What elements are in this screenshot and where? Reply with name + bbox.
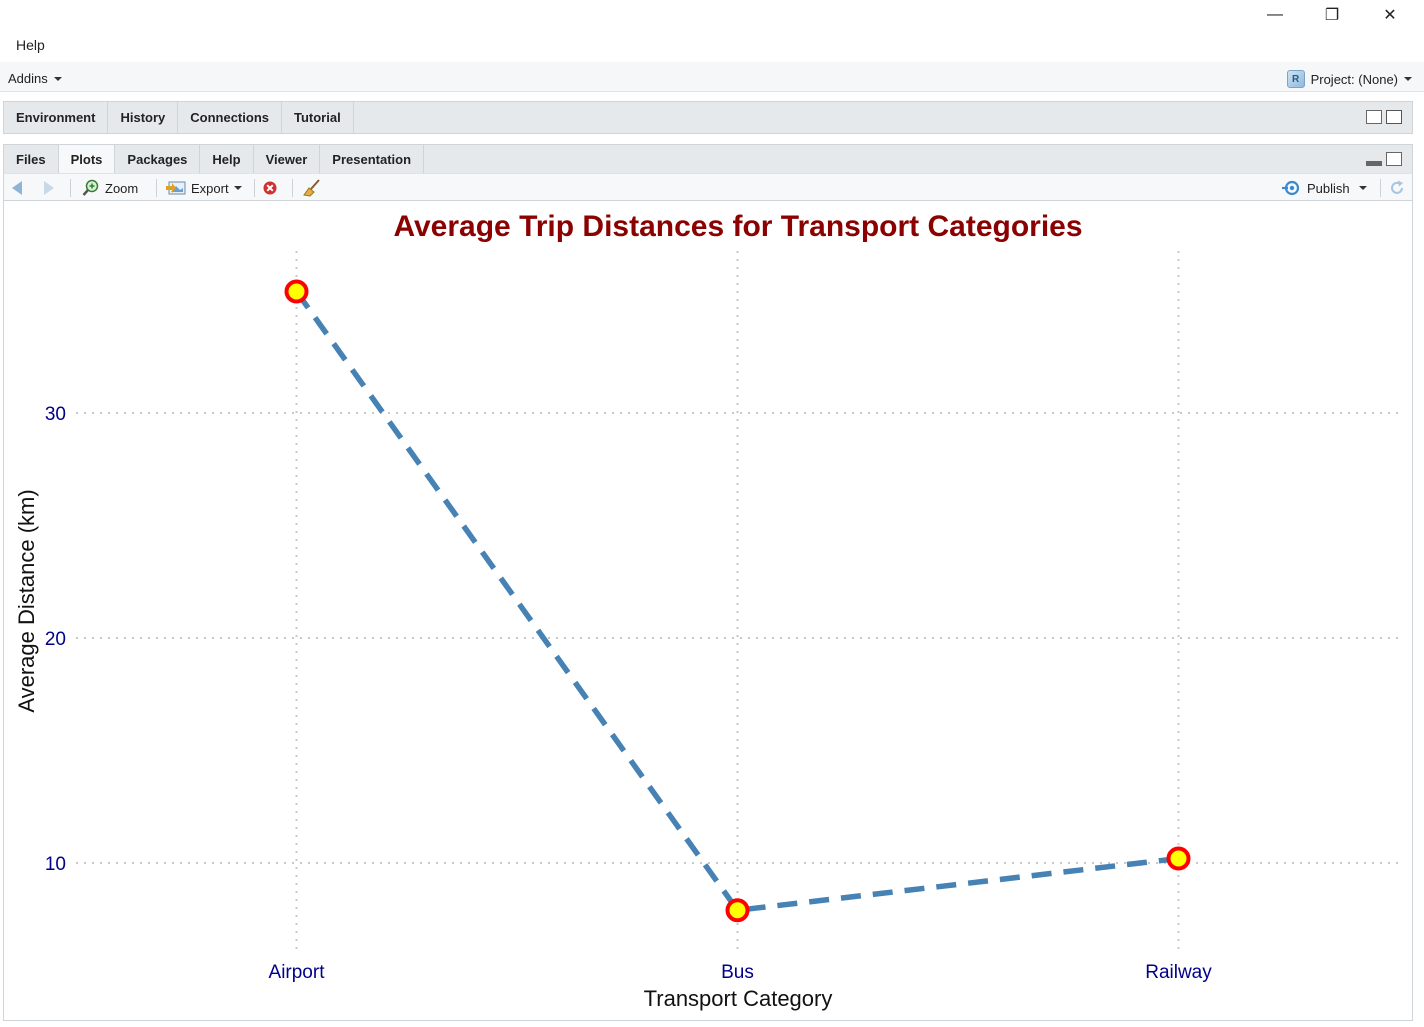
tab-connections[interactable]: Connections [178, 102, 282, 133]
files-pane-tabbar: Files Plots Packages Help Viewer Present… [3, 144, 1413, 173]
data-point-bus [725, 898, 750, 923]
y-tick-label: 10 [45, 854, 66, 875]
environment-pane-tabbar: Environment History Connections Tutorial [3, 101, 1413, 134]
data-point-railway [1166, 846, 1191, 871]
remove-plot-button[interactable] [262, 178, 278, 198]
y-axis-label: Average Distance (km) [14, 489, 39, 712]
menu-bar: Help [0, 32, 1424, 62]
tab-viewer[interactable]: Viewer [254, 145, 321, 173]
x-tick-label: Airport [269, 962, 326, 983]
x-tick-label: Railway [1145, 962, 1212, 983]
back-arrow-icon [12, 181, 22, 195]
close-button[interactable]: ✕ [1361, 0, 1419, 30]
tab-files[interactable]: Files [4, 145, 59, 173]
window-titlebar: — ❐ ✕ [0, 0, 1424, 32]
publish-icon [1282, 180, 1300, 196]
tab-packages[interactable]: Packages [115, 145, 201, 173]
chevron-down-icon [1404, 77, 1412, 81]
tab-environment[interactable]: Environment [4, 102, 109, 133]
remove-plot-icon [263, 181, 277, 195]
y-tick-label: 30 [45, 404, 66, 425]
plots-toolbar: Zoom Export Publish [3, 173, 1413, 201]
chart-title: Average Trip Distances for Transport Cat… [393, 210, 1082, 243]
minimize-button[interactable]: — [1246, 0, 1304, 30]
refresh-icon [1391, 180, 1403, 194]
chevron-down-icon [53, 76, 62, 81]
forward-button[interactable] [44, 178, 54, 198]
export-label: Export [191, 180, 229, 196]
forward-arrow-icon [44, 181, 54, 195]
line-chart: Average Trip Distances for Transport Cat… [14, 210, 1399, 1011]
minimize-pane-icon[interactable] [1366, 161, 1382, 166]
y-tick-label: 20 [45, 629, 66, 650]
broom-icon [303, 179, 320, 197]
addins-bar: Addins R Project: (None) [0, 62, 1424, 92]
addins-label: Addins [8, 71, 48, 86]
zoom-icon [82, 179, 99, 196]
chevron-down-icon [233, 186, 242, 190]
clear-plots-button[interactable] [302, 178, 322, 198]
export-menu-button[interactable]: Export [166, 178, 242, 198]
tab-presentation[interactable]: Presentation [320, 145, 425, 173]
back-button[interactable] [12, 178, 22, 198]
x-axis-label: Transport Category [644, 986, 833, 1011]
publish-label: Publish [1307, 180, 1350, 196]
tab-history[interactable]: History [108, 102, 179, 133]
zoom-button[interactable]: Zoom [82, 178, 138, 198]
restore-pane-icon[interactable] [1386, 152, 1402, 166]
maximize-pane-icon[interactable] [1386, 110, 1402, 124]
chevron-down-icon [1358, 186, 1367, 190]
project-menu[interactable]: R Project: (None) [1286, 70, 1412, 88]
minimize-icon: — [1267, 6, 1283, 23]
close-icon: ✕ [1383, 7, 1397, 24]
x-tick-label: Bus [721, 962, 754, 983]
tab-help[interactable]: Help [200, 145, 254, 173]
restore-pane-icon[interactable] [1366, 110, 1382, 124]
restore-button[interactable]: ❐ [1303, 0, 1361, 30]
addins-dropdown[interactable]: Addins [8, 71, 62, 86]
tab-tutorial[interactable]: Tutorial [282, 102, 354, 133]
series-line [294, 289, 1179, 914]
menu-help[interactable]: Help [16, 37, 45, 53]
project-label: Project: (None) [1310, 71, 1398, 87]
tab-plots[interactable]: Plots [58, 145, 116, 173]
r-project-icon: R [1286, 70, 1305, 88]
export-icon [166, 181, 186, 195]
data-point-airport [284, 279, 309, 304]
plot-viewer: Average Trip Distances for Transport Cat… [3, 201, 1413, 1021]
zoom-label: Zoom [105, 180, 139, 196]
refresh-button[interactable] [1388, 178, 1406, 198]
publish-menu-button[interactable]: Publish [1282, 178, 1367, 198]
restore-icon: ❐ [1324, 7, 1340, 24]
